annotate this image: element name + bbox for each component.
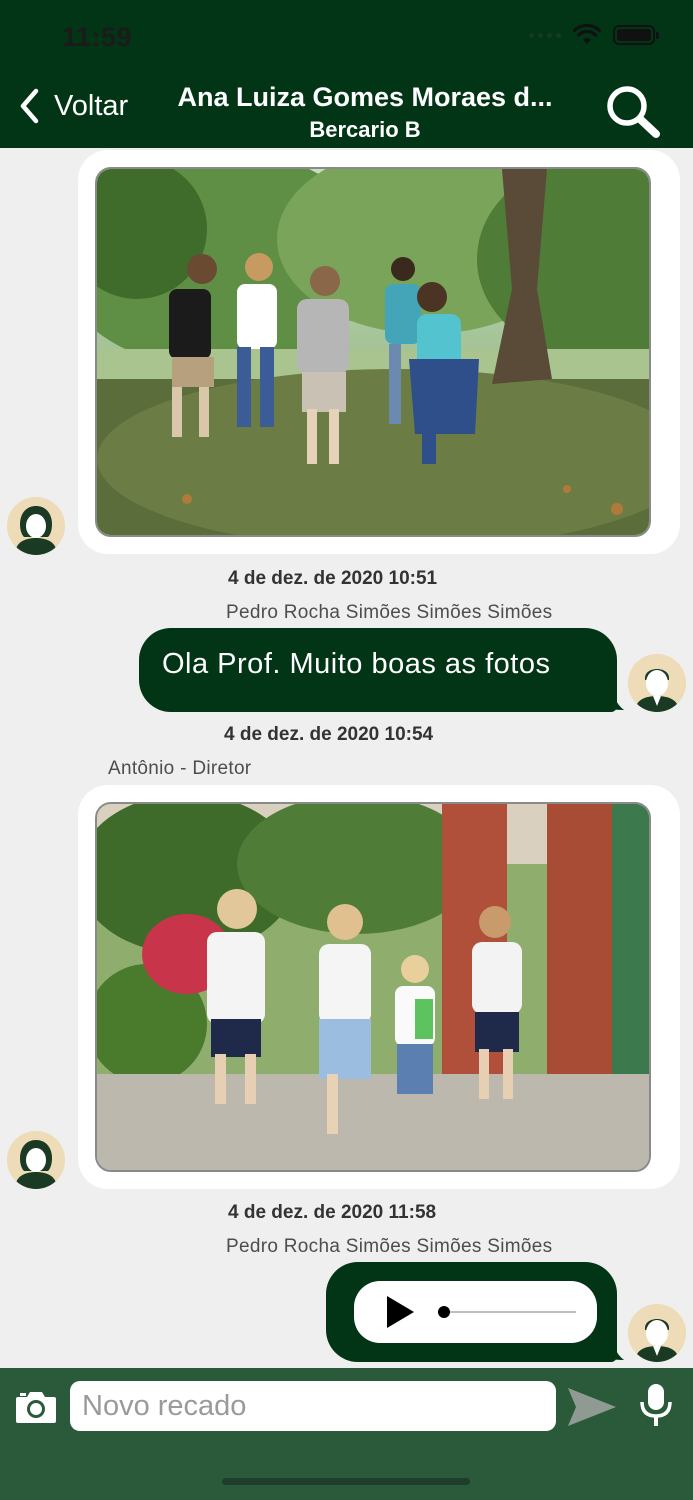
camera-icon [16, 1392, 56, 1423]
incoming-message-bubble [78, 150, 680, 554]
page-title: Ana Luiza Gomes Moraes d... [177, 82, 553, 112]
conversation-title: Ana Luiza Gomes Moraes d... Bercario B [150, 82, 580, 143]
bubble-tail [598, 1334, 624, 1360]
message-text: Ola Prof. Muito boas as fotos [162, 648, 551, 680]
user-avatar [628, 654, 686, 712]
nav-header: 11:59 Voltar Ana Luiza Gomes Moraes d...… [0, 0, 693, 148]
search-icon [607, 86, 660, 138]
battery-icon [613, 25, 659, 45]
audio-progress-track[interactable] [442, 1311, 576, 1313]
female-user-icon [7, 497, 65, 555]
male-user-icon [628, 1304, 686, 1362]
back-label: Voltar [54, 89, 129, 122]
message-timestamp: 4 de dez. de 2020 11:58 [228, 1202, 437, 1223]
message-timestamp: 4 de dez. de 2020 10:51 [228, 568, 438, 589]
wifi-icon [573, 24, 601, 44]
microphone-button[interactable] [638, 1382, 674, 1428]
camera-button[interactable] [14, 1388, 58, 1426]
school-photo [97, 804, 649, 1170]
microphone-icon [640, 1384, 672, 1426]
user-avatar [628, 1304, 686, 1362]
teacher-avatar [7, 1131, 65, 1189]
message-sender: Pedro Rocha Simões Simões Simões [226, 1236, 553, 1257]
message-input[interactable] [70, 1381, 556, 1431]
message-photo[interactable] [95, 802, 651, 1172]
home-indicator [222, 1478, 470, 1485]
outgoing-message-bubble: Ola Prof. Muito boas as fotos [139, 628, 617, 712]
teacher-avatar [7, 497, 65, 555]
message-sender: Antônio - Diretor [108, 758, 252, 779]
male-user-icon [628, 654, 686, 712]
audio-player [354, 1281, 597, 1343]
search-button[interactable] [603, 82, 663, 140]
message-timestamp: 4 de dez. de 2020 10:54 [224, 724, 434, 745]
message-sender: Pedro Rocha Simões Simões Simões [226, 602, 553, 623]
status-icons [529, 24, 659, 46]
park-photo [97, 169, 649, 535]
cellular-signal-icon [529, 32, 561, 38]
send-button[interactable] [566, 1386, 618, 1428]
chevron-left-icon [20, 88, 39, 124]
message-photo[interactable] [95, 167, 651, 537]
outgoing-audio-bubble [326, 1262, 617, 1362]
incoming-message-bubble [78, 785, 680, 1189]
audio-progress-thumb[interactable] [438, 1306, 450, 1318]
composer-bar [0, 1368, 693, 1500]
page-subtitle: Bercario B [309, 117, 421, 142]
back-button[interactable]: Voltar [18, 88, 128, 124]
status-time: 11:59 [62, 22, 133, 52]
play-icon[interactable] [384, 1295, 416, 1329]
female-user-icon [7, 1131, 65, 1189]
send-icon [568, 1388, 616, 1426]
bubble-tail [598, 684, 624, 710]
